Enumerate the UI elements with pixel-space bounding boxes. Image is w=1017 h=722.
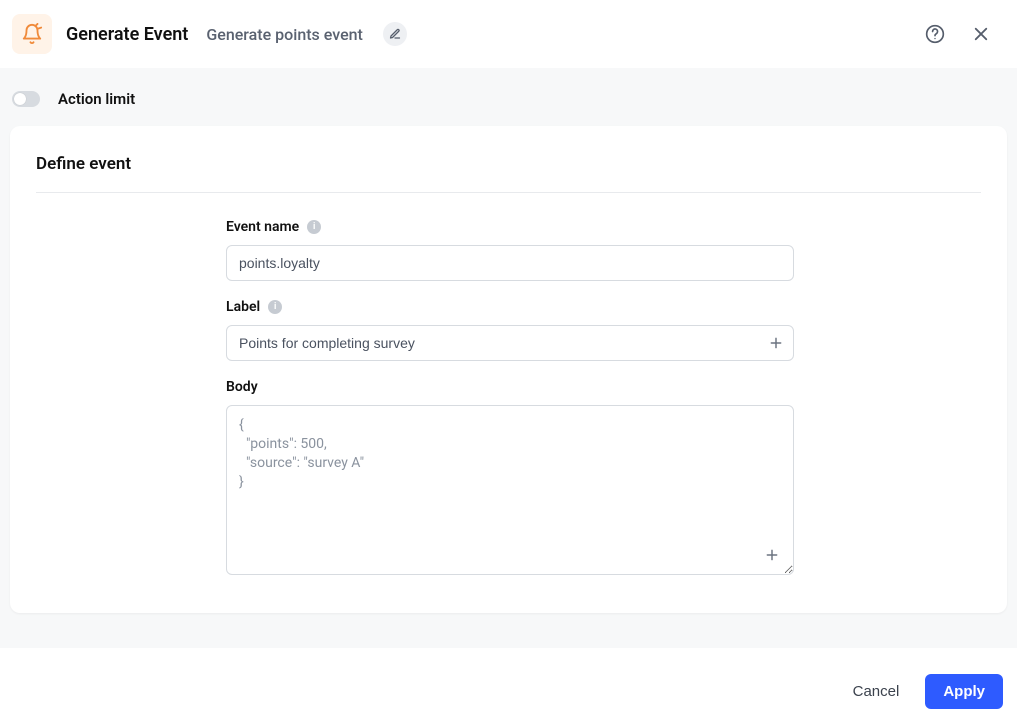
info-icon[interactable]: i — [268, 300, 282, 314]
cancel-button[interactable]: Cancel — [849, 675, 904, 708]
plus-icon — [765, 548, 779, 562]
header-subtitle: Generate points event — [206, 25, 363, 44]
add-label-variable-button[interactable] — [766, 333, 786, 353]
plus-icon — [769, 336, 783, 350]
close-button[interactable] — [965, 18, 997, 50]
event-name-input[interactable] — [226, 245, 794, 281]
form-column: Event name i Label i — [226, 219, 794, 579]
header-title: Generate Event — [66, 24, 188, 45]
card-title: Define event — [36, 154, 981, 193]
action-limit-label: Action limit — [58, 90, 135, 108]
header-bar: Generate Event Generate points event — [0, 0, 1017, 68]
help-icon — [925, 24, 945, 44]
event-name-field: Event name i — [226, 219, 794, 281]
body-field: Body — [226, 379, 794, 579]
body-textarea[interactable] — [226, 405, 794, 575]
info-icon[interactable]: i — [307, 220, 321, 234]
close-icon — [972, 25, 990, 43]
toggle-knob — [14, 93, 26, 105]
help-button[interactable] — [919, 18, 951, 50]
define-event-card: Define event Event name i Label i — [10, 126, 1007, 613]
label-field-label: Label — [226, 299, 260, 315]
event-name-label: Event name — [226, 219, 299, 235]
body-label: Body — [226, 379, 258, 395]
label-field: Label i — [226, 299, 794, 361]
label-input[interactable] — [226, 325, 794, 361]
footer-bar: Cancel Apply — [0, 648, 1017, 709]
generate-event-icon — [12, 14, 52, 54]
apply-button[interactable]: Apply — [925, 674, 1003, 709]
add-body-variable-button[interactable] — [762, 545, 782, 565]
body-area: Action limit Define event Event name i L… — [0, 68, 1017, 648]
pencil-icon — [389, 28, 401, 40]
action-limit-row: Action limit — [0, 68, 1017, 126]
edit-title-button[interactable] — [383, 22, 407, 46]
action-limit-toggle[interactable] — [12, 91, 40, 107]
